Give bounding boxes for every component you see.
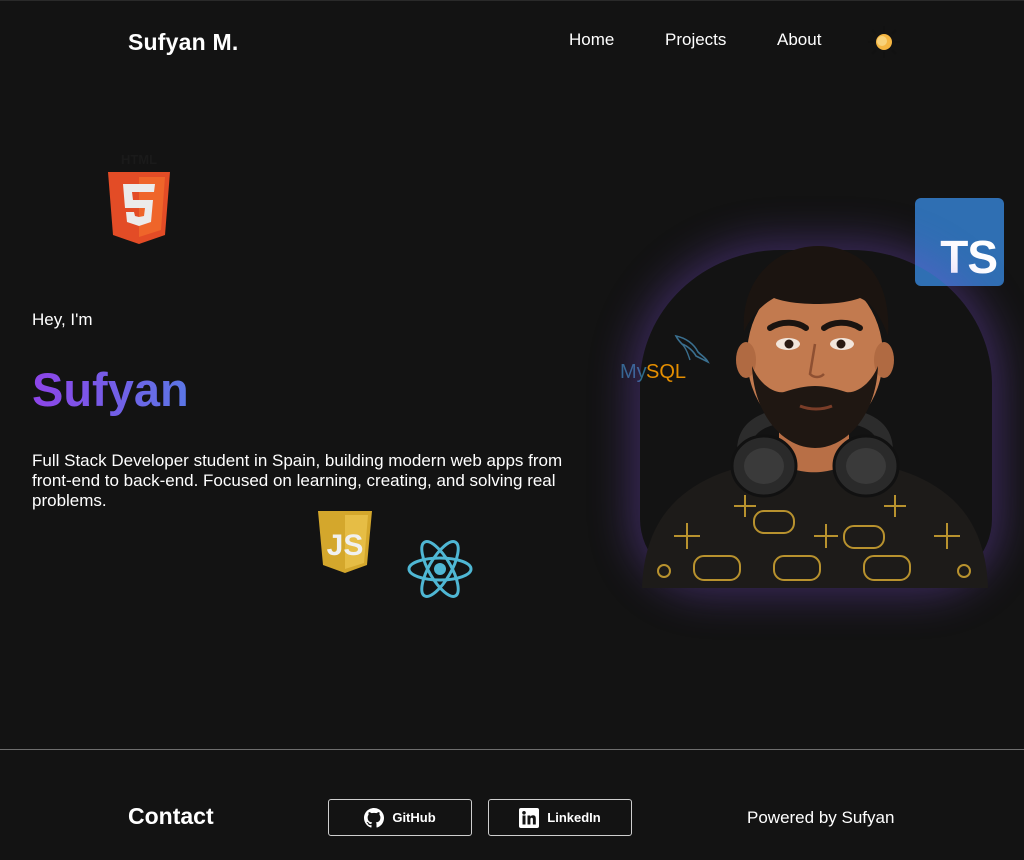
theme-toggle-button[interactable]	[866, 24, 902, 60]
nav-about[interactable]: About	[777, 30, 821, 50]
powered-by-text: Powered by Sufyan	[747, 808, 895, 827]
javascript-icon: JS	[316, 509, 374, 575]
react-icon	[406, 538, 474, 600]
html5-icon: HTML	[103, 150, 175, 246]
github-button[interactable]: GitHub	[328, 799, 472, 836]
hero-greeting: Hey, I'm	[32, 310, 93, 329]
sun-icon	[868, 26, 900, 58]
nav-projects[interactable]: Projects	[665, 30, 726, 50]
github-label: GitHub	[392, 810, 436, 825]
nav-home[interactable]: Home	[569, 30, 614, 50]
site-brand[interactable]: Sufyan M.	[128, 29, 238, 56]
svg-text:HTML: HTML	[121, 152, 157, 167]
contact-title: Contact	[128, 803, 214, 829]
avatar	[634, 236, 996, 588]
github-icon	[364, 807, 385, 828]
linkedin-button[interactable]: LinkedIn	[488, 799, 632, 836]
hero-description: Full Stack Developer student in Spain, b…	[32, 451, 563, 510]
hero-name: Sufyan	[32, 363, 189, 416]
linkedin-label: LinkedIn	[547, 810, 601, 825]
linkedin-icon	[519, 807, 540, 828]
top-border	[0, 0, 1024, 1]
footer-divider	[0, 749, 1024, 750]
svg-text:JS: JS	[327, 529, 364, 562]
